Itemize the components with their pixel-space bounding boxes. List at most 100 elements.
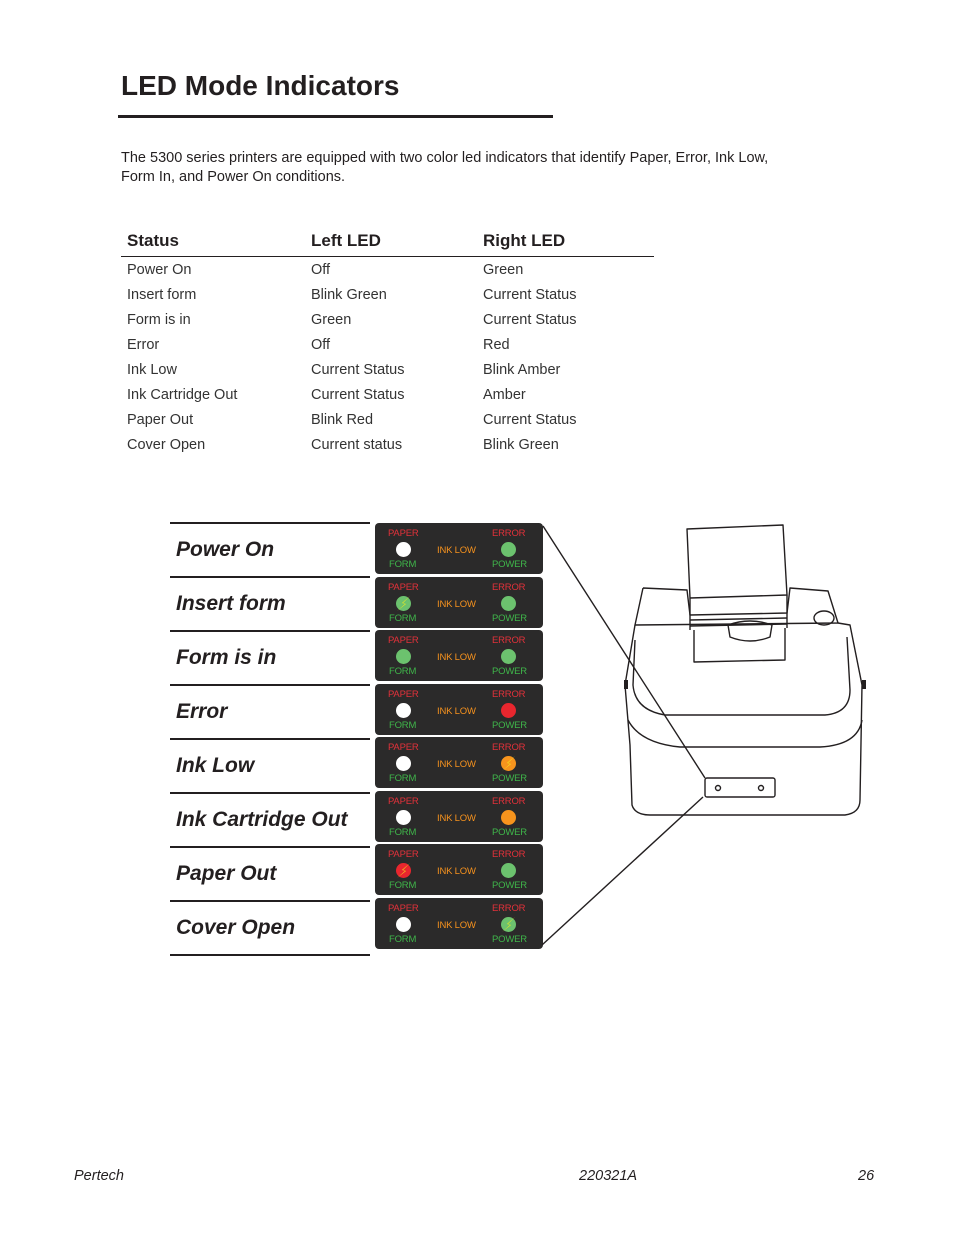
panel-label-form: FORM: [389, 559, 417, 570]
cell-status: Error: [127, 336, 160, 353]
led-panel: PAPER FORM INK LOW ERROR POWER: [375, 844, 543, 895]
led-status-table: Status Left LED Right LED Power On Off Gre…: [121, 228, 654, 457]
panel-label-ink-low: INK LOW: [437, 705, 476, 717]
panel-label-form: FORM: [389, 880, 417, 891]
left-led-indicator: [396, 542, 411, 557]
header-status: Status: [121, 228, 305, 257]
diagram-status-label: Paper Out: [176, 862, 277, 885]
panel-label-paper: PAPER: [388, 849, 419, 860]
cell-right-led: Green: [483, 261, 524, 278]
led-panel: PAPER FORM INK LOW ERROR POWER: [375, 790, 543, 842]
right-led-indicator: [501, 916, 516, 932]
header-right-led: Right LED: [477, 228, 654, 257]
callout-line-bottom: [541, 796, 704, 946]
panel-label-form: FORM: [389, 719, 417, 731]
panel-label-paper: PAPER: [388, 795, 419, 807]
panel-label-power: POWER: [492, 933, 527, 945]
diagram-label-row: Ink Low: [170, 738, 370, 792]
panel-label-error: ERROR: [492, 635, 526, 646]
footer-doc-number: 220321A: [579, 1168, 638, 1184]
blink-flash-icon: [397, 863, 410, 878]
panel-label-error: ERROR: [492, 688, 526, 700]
header-left-led: Left LED: [305, 228, 477, 257]
panel-label-paper: PAPER: [388, 688, 419, 700]
diagram-status-label: Ink Low: [176, 754, 255, 777]
table-row: Ink Low Current Status Blink Amber: [121, 357, 654, 382]
table-row: Paper Out Blink Red Current Status: [121, 407, 654, 432]
cell-status: Cover Open: [127, 436, 206, 453]
panel-label-error: ERROR: [492, 795, 526, 807]
table-row: Power On Off Green: [121, 257, 654, 283]
led-panel: PAPER FORM INK LOW ERROR POWER: [375, 897, 543, 949]
cell-status: Form is in: [127, 311, 191, 328]
page-title: LED Mode Indicators: [121, 70, 400, 101]
led-panel: PAPER FORM INK LOW ERROR POWER: [375, 523, 543, 574]
blink-flash-icon: [502, 916, 515, 932]
left-led-indicator: [396, 916, 411, 932]
intro-paragraph: The 5300 series printers are equipped wi…: [121, 150, 769, 185]
cell-right-led: Blink Amber: [483, 361, 561, 378]
panel-label-form: FORM: [389, 773, 417, 784]
cell-left-led: Current Status: [311, 361, 405, 378]
panel-label-paper: PAPER: [388, 635, 419, 646]
led-panel: PAPER FORM INK LOW ERROR POWER: [375, 737, 543, 788]
diagram-labels: Power On Insert form Form is in Error Ink Lo…: [170, 522, 370, 956]
panel-label-ink-low: INK LOW: [437, 598, 476, 610]
panel-label-form: FORM: [389, 826, 417, 838]
panel-label-power: POWER: [492, 880, 527, 891]
cell-right-led: Blink Green: [483, 436, 559, 453]
cell-left-led: Blink Red: [311, 411, 374, 428]
panel-label-paper: PAPER: [388, 902, 419, 914]
right-led-indicator: [501, 756, 516, 771]
cell-left-led: Off: [311, 261, 331, 278]
left-led-indicator: [396, 863, 411, 878]
panel-label-power: POWER: [492, 826, 527, 838]
table-row: Cover Open Current status Blink Green: [121, 432, 654, 457]
cell-right-led: Amber: [483, 386, 526, 403]
cell-status: Ink Cartridge Out: [127, 386, 238, 403]
left-led-indicator: [396, 809, 411, 825]
cell-left-led: Off: [311, 336, 331, 353]
cell-right-led: Red: [483, 336, 510, 353]
table-row: Error Off Red: [121, 332, 654, 357]
right-led-indicator: [501, 809, 516, 825]
cell-left-led: Blink Green: [311, 286, 387, 303]
diagram-status-label: Form is in: [176, 646, 277, 669]
diagram-label-row: Paper Out: [170, 846, 370, 900]
table-row: Insert form Blink Green Current Status: [121, 282, 654, 307]
blink-flash-icon: [397, 595, 410, 611]
diagram-status-label: Cover Open: [176, 916, 296, 939]
panel-label-error: ERROR: [492, 528, 526, 539]
callout-line-top: [542, 525, 706, 779]
right-led-indicator: [501, 649, 516, 664]
diagram-label-row: Insert form: [170, 576, 370, 630]
table-row: Form is in Green Current Status: [121, 307, 654, 332]
cell-status: Insert form: [127, 286, 197, 303]
cell-left-led: Current status: [311, 436, 403, 453]
right-led-indicator: [501, 542, 516, 557]
panel-label-power: POWER: [492, 719, 527, 731]
panel-label-power: POWER: [492, 773, 527, 784]
printer-illustration: [541, 524, 866, 946]
diagram-status-label: Error: [176, 700, 228, 723]
panel-label-ink-low: INK LOW: [437, 919, 476, 931]
panel-label-paper: PAPER: [388, 581, 419, 593]
panel-label-error: ERROR: [492, 581, 526, 593]
led-panels: PAPER FORM INK LOW ERROR POWER PAPER FORM INK L…: [375, 523, 543, 951]
led-panel: PAPER FORM INK LOW ERROR POWER: [375, 630, 543, 681]
panel-label-ink-low: INK LOW: [437, 812, 476, 824]
diagram-status-label: Insert form: [176, 592, 286, 615]
cell-right-led: Current Status: [483, 286, 577, 303]
diagram-label-row: Ink Cartridge Out: [170, 792, 370, 846]
diagram-label-row: Form is in: [170, 630, 370, 684]
panel-label-form: FORM: [389, 933, 417, 945]
footer-page-number: 26: [858, 1168, 875, 1184]
blink-flash-icon: [502, 756, 515, 771]
paper-flap: [686, 524, 788, 599]
panel-label-paper: PAPER: [388, 528, 419, 539]
panel-label-power: POWER: [492, 666, 527, 677]
panel-label-power: POWER: [492, 559, 527, 570]
panel-label-paper: PAPER: [388, 742, 419, 753]
right-led-indicator: [501, 702, 516, 718]
panel-label-ink-low: INK LOW: [437, 652, 476, 663]
